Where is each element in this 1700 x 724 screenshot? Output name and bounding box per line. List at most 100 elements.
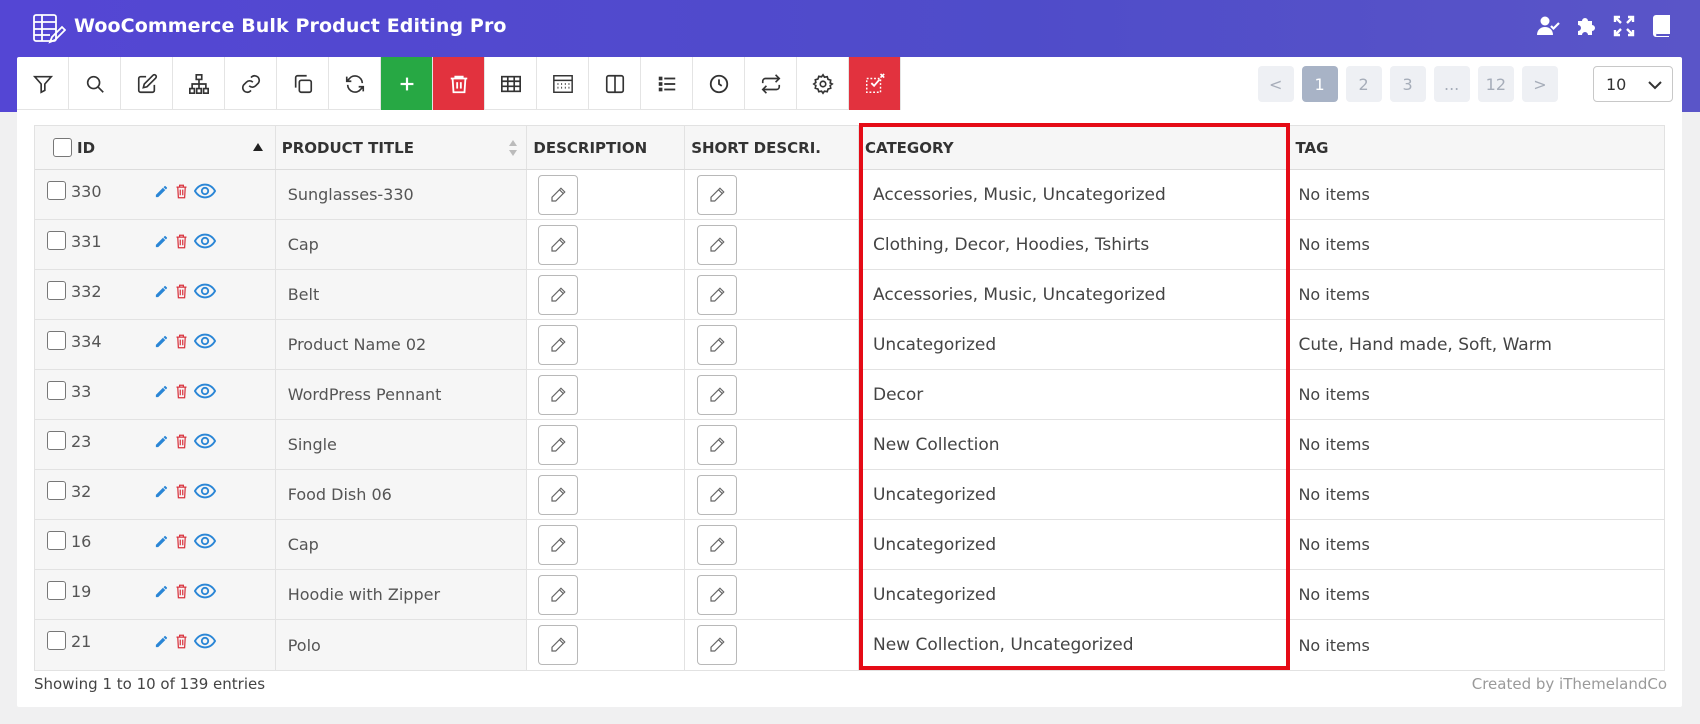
edit-pencil-icon[interactable] [154, 384, 169, 403]
row-checkbox[interactable] [47, 631, 66, 650]
edit-pencil-icon[interactable] [154, 634, 169, 653]
variations-button[interactable] [173, 57, 225, 110]
row-checkbox[interactable] [47, 481, 66, 500]
edit-short-description-button[interactable] [697, 574, 738, 615]
edit-short-description-button[interactable] [697, 224, 738, 265]
book-icon[interactable] [1650, 14, 1674, 38]
edit-pencil-icon[interactable] [154, 584, 169, 603]
cell-product-title[interactable]: WordPress Pennant [275, 370, 528, 419]
column-header-title[interactable]: PRODUCT TITLE [275, 126, 528, 169]
cell-category[interactable]: Uncategorized [859, 320, 1290, 369]
delete-row-icon[interactable] [175, 284, 188, 303]
cell-category[interactable]: Accessories, Music, Uncategorized [859, 270, 1290, 319]
delete-row-icon[interactable] [175, 634, 188, 653]
filter-button[interactable] [17, 57, 69, 110]
delete-row-icon[interactable] [175, 584, 188, 603]
edit-short-description-button[interactable] [697, 524, 738, 565]
delete-row-icon[interactable] [175, 534, 188, 553]
import-export-button[interactable] [745, 57, 797, 110]
edit-pencil-icon[interactable] [154, 284, 169, 303]
delete-button[interactable] [433, 57, 485, 110]
row-checkbox[interactable] [47, 181, 66, 200]
edit-pencil-icon[interactable] [154, 184, 169, 203]
cell-category[interactable]: Uncategorized [859, 570, 1290, 619]
pagination-page-3[interactable]: 3 [1389, 66, 1426, 102]
bulk-edit-button[interactable] [121, 57, 173, 110]
pagination-prev[interactable]: < [1257, 66, 1294, 102]
edit-description-button[interactable] [538, 324, 579, 365]
edit-description-button[interactable] [538, 374, 579, 415]
cell-category[interactable]: Accessories, Music, Uncategorized [859, 170, 1290, 219]
edit-description-button[interactable] [538, 474, 579, 515]
table-view-button[interactable] [485, 57, 537, 110]
delete-row-icon[interactable] [175, 484, 188, 503]
edit-pencil-icon[interactable] [154, 484, 169, 503]
settings-button[interactable] [797, 57, 849, 110]
cell-category[interactable]: New Collection [859, 420, 1290, 469]
cell-product-title[interactable]: Sunglasses-330 [275, 170, 528, 219]
view-eye-icon[interactable] [193, 483, 217, 503]
cell-category[interactable]: Uncategorized [859, 470, 1290, 519]
row-checkbox[interactable] [47, 431, 66, 450]
cell-product-title[interactable]: Polo [275, 620, 528, 670]
cell-category[interactable]: New Collection, Uncategorized [859, 620, 1290, 670]
view-eye-icon[interactable] [193, 583, 217, 603]
cell-product-title[interactable]: Single [275, 420, 528, 469]
delete-row-icon[interactable] [175, 384, 188, 403]
cell-tag[interactable]: No items [1289, 170, 1664, 219]
cell-product-title[interactable]: Cap [275, 220, 528, 269]
calculator-button[interactable] [537, 57, 589, 110]
add-product-button[interactable] [381, 57, 433, 110]
edit-description-button[interactable] [538, 224, 579, 265]
cell-category[interactable]: Clothing, Decor, Hoodies, Tshirts [859, 220, 1290, 269]
cell-product-title[interactable]: Cap [275, 520, 528, 569]
cell-tag[interactable]: No items [1289, 620, 1664, 670]
cell-tag[interactable]: No items [1289, 470, 1664, 519]
view-eye-icon[interactable] [193, 183, 217, 203]
row-checkbox[interactable] [47, 331, 66, 350]
row-checkbox[interactable] [47, 231, 66, 250]
cell-tag[interactable]: No items [1289, 570, 1664, 619]
puzzle-icon[interactable] [1574, 14, 1598, 38]
view-eye-icon[interactable] [193, 433, 217, 453]
edit-short-description-button[interactable] [697, 174, 738, 215]
view-eye-icon[interactable] [193, 533, 217, 553]
edit-short-description-button[interactable] [697, 424, 738, 465]
view-eye-icon[interactable] [193, 283, 217, 303]
delete-row-icon[interactable] [175, 234, 188, 253]
row-checkbox[interactable] [47, 281, 66, 300]
delete-row-icon[interactable] [175, 334, 188, 353]
column-manager-button[interactable] [589, 57, 641, 110]
edit-short-description-button[interactable] [697, 474, 738, 515]
cell-category[interactable]: Uncategorized [859, 520, 1290, 569]
delete-row-icon[interactable] [175, 434, 188, 453]
edit-description-button[interactable] [538, 424, 579, 465]
per-page-select[interactable]: 10 [1593, 66, 1673, 102]
edit-pencil-icon[interactable] [154, 534, 169, 553]
duplicate-button[interactable] [277, 57, 329, 110]
cell-product-title[interactable]: Hoodie with Zipper [275, 570, 528, 619]
search-button[interactable] [69, 57, 121, 110]
edit-description-button[interactable] [538, 524, 579, 565]
row-checkbox[interactable] [47, 581, 66, 600]
cell-category[interactable]: Decor [859, 370, 1290, 419]
view-eye-icon[interactable] [193, 633, 217, 653]
edit-pencil-icon[interactable] [154, 334, 169, 353]
edit-description-button[interactable] [538, 625, 579, 665]
history-button[interactable] [693, 57, 745, 110]
edit-pencil-icon[interactable] [154, 434, 169, 453]
cell-tag[interactable]: No items [1289, 420, 1664, 469]
edit-pencil-icon[interactable] [154, 234, 169, 253]
reload-button[interactable] [329, 57, 381, 110]
edit-description-button[interactable] [538, 174, 579, 215]
select-all-checkbox[interactable] [53, 138, 72, 157]
link-button[interactable] [225, 57, 277, 110]
cell-product-title[interactable]: Food Dish 06 [275, 470, 528, 519]
view-eye-icon[interactable] [193, 233, 217, 253]
view-eye-icon[interactable] [193, 383, 217, 403]
row-checkbox[interactable] [47, 381, 66, 400]
row-checkbox[interactable] [47, 531, 66, 550]
cell-tag[interactable]: No items [1289, 270, 1664, 319]
cell-product-title[interactable]: Belt [275, 270, 528, 319]
pagination-page-1[interactable]: 1 [1301, 66, 1338, 102]
